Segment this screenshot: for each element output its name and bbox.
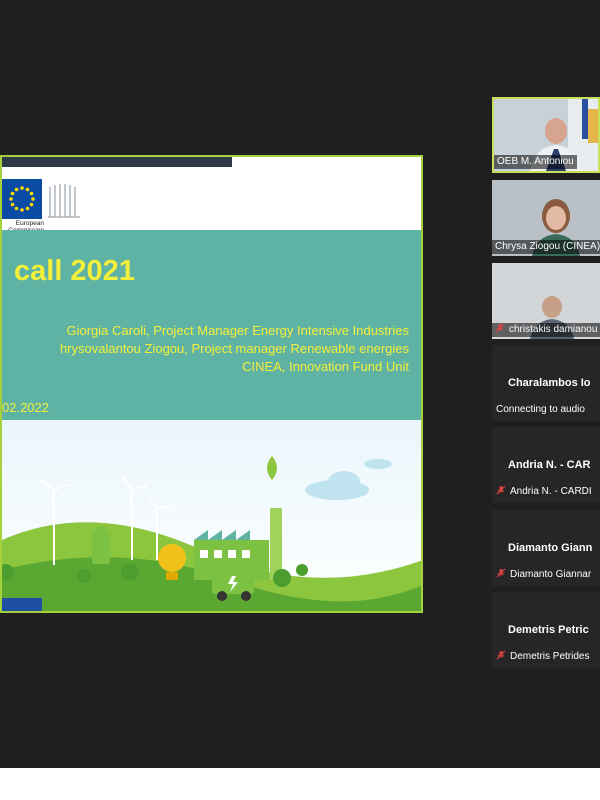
bottom-strip — [0, 768, 600, 800]
slide-top-bar — [2, 157, 232, 167]
participant-name: OEB M. Antoniou — [494, 155, 577, 169]
participant-tile-diamanto[interactable]: Diamanto Giann Diamanto Giannar — [492, 510, 600, 586]
slide-title: call 2021 — [14, 255, 135, 287]
participant-display-name: Charalambos Io — [508, 377, 591, 389]
microphone-muted-icon — [496, 650, 506, 660]
shared-presentation-slide: European Commission call 2021 Giorgia Ca… — [0, 155, 423, 613]
participant-tile-damianou[interactable]: christakis damianou — [492, 263, 600, 339]
participant-name-text: Diamanto Giannar — [510, 569, 592, 580]
participant-name: Chrysa Ziogou (CINEA) — [492, 240, 600, 254]
commission-building-icon — [48, 184, 80, 218]
participant-tile-charalambos[interactable]: Charalambos Io Connecting to audio — [492, 345, 600, 421]
presenter-line-2: hrysovalantou Ziogou, Project manager Re… — [59, 341, 409, 356]
participant-display-name: Andria N. - CAR — [508, 459, 591, 471]
participant-tile-antoniou[interactable]: OEB M. Antoniou — [492, 97, 600, 173]
participant-tile-ziogou[interactable]: Chrysa Ziogou (CINEA) — [492, 180, 600, 256]
slide-title-band: call 2021 Giorgia Caroli, Project Manage… — [2, 230, 421, 420]
green-energy-illustration — [2, 420, 421, 611]
presenter-line-1: Giorgia Caroli, Project Manager Energy I… — [66, 323, 410, 338]
presenter-line-3: CINEA, Innovation Fund Unit — [242, 359, 409, 374]
eu-flag-icon — [2, 179, 42, 219]
participant-tile-demetris[interactable]: Demetris Petric Demetris Petrides — [492, 592, 600, 668]
participant-tile-andria[interactable]: Andria N. - CAR Andria N. - CARDI — [492, 427, 600, 503]
participant-footer: Diamanto Giannar — [496, 568, 591, 580]
participant-footer: Demetris Petrides — [496, 650, 589, 662]
participant-display-name: Demetris Petric — [508, 624, 589, 636]
microphone-muted-icon — [495, 323, 505, 333]
logo-line-european: European — [15, 220, 44, 227]
participant-name-text: christakis damianou — [509, 324, 598, 335]
participant-name-text: Demetris Petrides — [510, 651, 590, 662]
microphone-muted-icon — [496, 568, 506, 578]
participant-display-name: Diamanto Giann — [508, 542, 593, 554]
participant-footer: Andria N. - CARDI — [496, 485, 592, 497]
participant-name: christakis damianou — [492, 323, 600, 337]
slide-date: 02.2022 — [2, 400, 49, 415]
microphone-muted-icon — [496, 485, 506, 495]
participant-status: Connecting to audio — [496, 404, 585, 415]
european-commission-logo: European Commission — [2, 179, 82, 234]
participant-name-text: Andria N. - CARDI — [510, 486, 592, 497]
